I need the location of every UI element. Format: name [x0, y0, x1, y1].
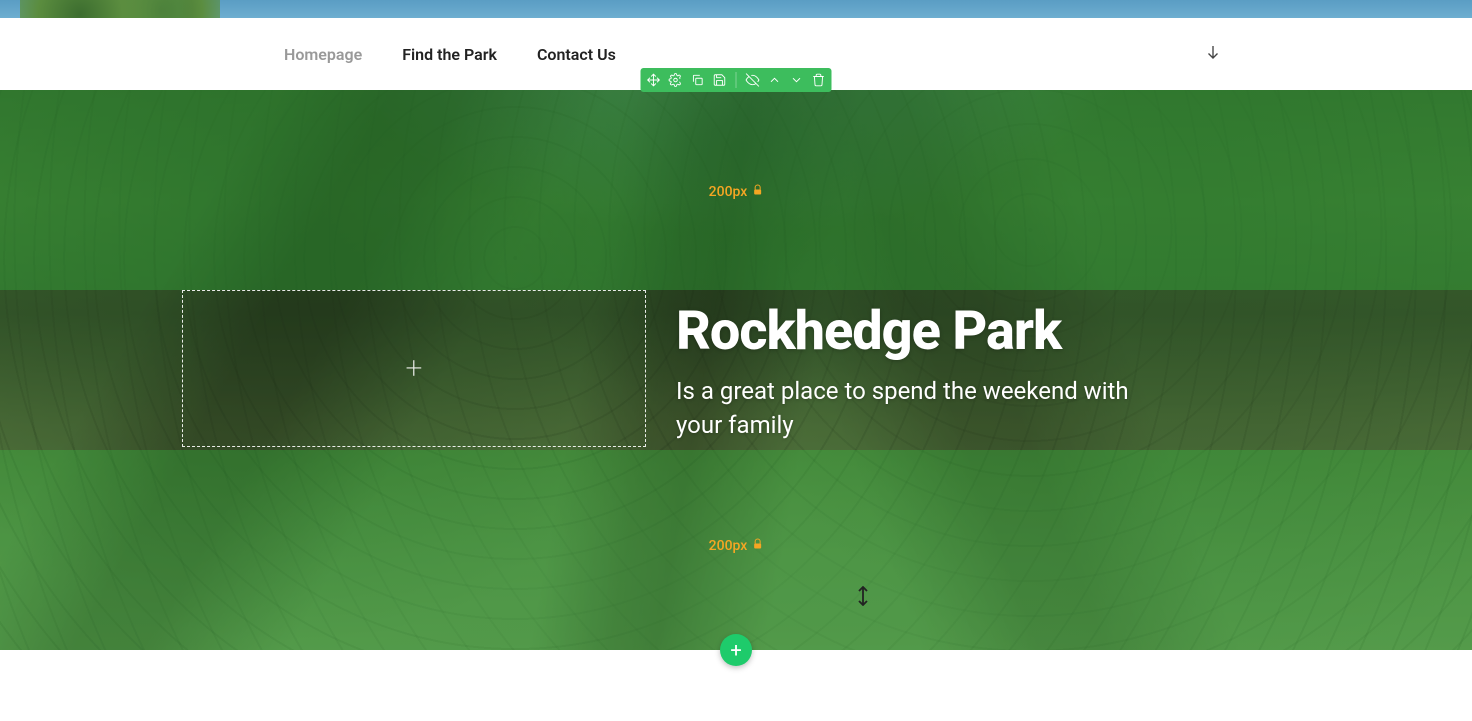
save-icon[interactable] — [713, 73, 727, 87]
hide-icon[interactable] — [746, 73, 760, 87]
lock-icon — [751, 184, 763, 200]
add-section-button[interactable]: + — [720, 634, 752, 666]
hero-subtitle[interactable]: Is a great place to spend the weekend wi… — [676, 375, 1156, 442]
top-spacer-label[interactable]: 200px — [709, 184, 764, 200]
plus-icon: + — [406, 354, 423, 384]
spacer-value-bottom: 200px — [709, 538, 748, 554]
empty-drop-zone[interactable]: + — [182, 290, 646, 447]
sky-foliage — [20, 0, 220, 18]
duplicate-icon[interactable] — [691, 73, 705, 87]
plus-icon: + — [730, 638, 741, 662]
bottom-spacer-label[interactable]: 200px — [709, 538, 764, 554]
toolbar-separator — [736, 72, 737, 88]
sky-strip — [0, 0, 1472, 18]
hero-title[interactable]: Rockhedge Park — [676, 300, 1352, 363]
trash-icon[interactable] — [812, 73, 826, 87]
section-toolbar — [641, 68, 832, 92]
gear-icon[interactable] — [669, 73, 683, 87]
nav-item-find-park[interactable]: Find the Park — [402, 45, 497, 64]
spacer-value-top: 200px — [709, 184, 748, 200]
move-icon[interactable] — [647, 73, 661, 87]
nav-scroll-down-icon[interactable] — [1204, 43, 1222, 65]
nav-item-contact[interactable]: Contact Us — [537, 45, 616, 64]
nav-item-homepage[interactable]: Homepage — [284, 45, 362, 64]
hero-section[interactable]: 200px 200px + Rockhedge Park Is a great … — [0, 90, 1472, 650]
resize-handle-icon[interactable] — [856, 586, 870, 610]
nav-links: Homepage Find the Park Contact Us — [284, 45, 616, 64]
hero-text-block[interactable]: Rockhedge Park Is a great place to spend… — [676, 300, 1352, 442]
chevron-down-icon[interactable] — [790, 73, 804, 87]
lock-icon — [751, 538, 763, 554]
chevron-up-icon[interactable] — [768, 73, 782, 87]
